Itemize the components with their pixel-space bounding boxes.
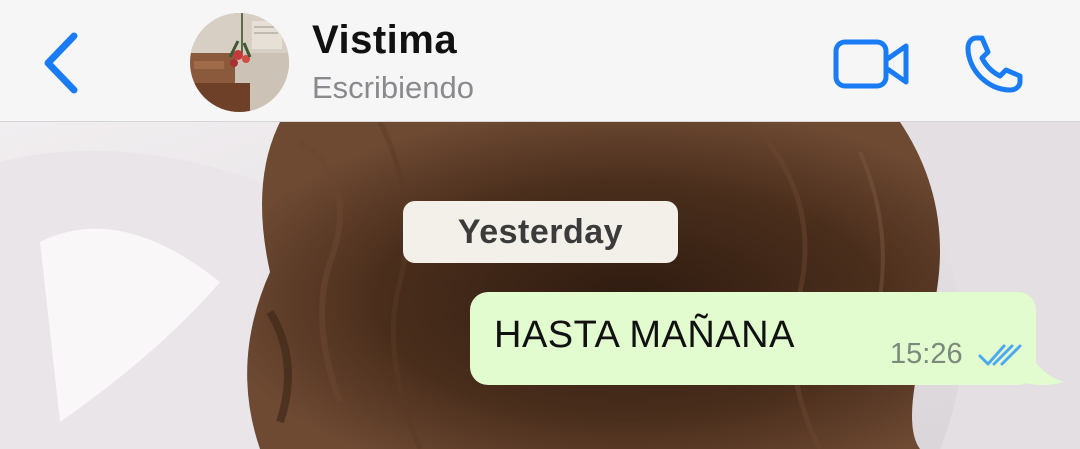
video-camera-icon [833, 39, 909, 89]
avatar[interactable] [190, 13, 289, 112]
chevron-left-icon [44, 32, 78, 94]
avatar-image [190, 13, 289, 112]
chat-screen: Vistima Escribiendo Yesterday HASTA MAÑA… [0, 0, 1080, 449]
back-button[interactable] [36, 30, 88, 96]
contact-name[interactable]: Vistima [312, 18, 457, 63]
video-call-button[interactable] [832, 36, 912, 92]
chat-header: Vistima Escribiendo [0, 0, 1080, 122]
message-text: HASTA MAÑANA [494, 314, 795, 356]
wallpaper-image [0, 122, 1080, 449]
voice-call-button[interactable] [962, 32, 1026, 96]
message-time: 15:26 [890, 338, 963, 370]
double-check-read-icon [978, 344, 1022, 366]
chat-area[interactable]: Yesterday HASTA MAÑANA 15:26 [0, 122, 1080, 449]
date-separator: Yesterday [403, 201, 678, 263]
outgoing-message-bubble[interactable]: HASTA MAÑANA 15:26 [470, 292, 1036, 385]
contact-status: Escribiendo [312, 70, 474, 105]
phone-icon [965, 35, 1023, 93]
